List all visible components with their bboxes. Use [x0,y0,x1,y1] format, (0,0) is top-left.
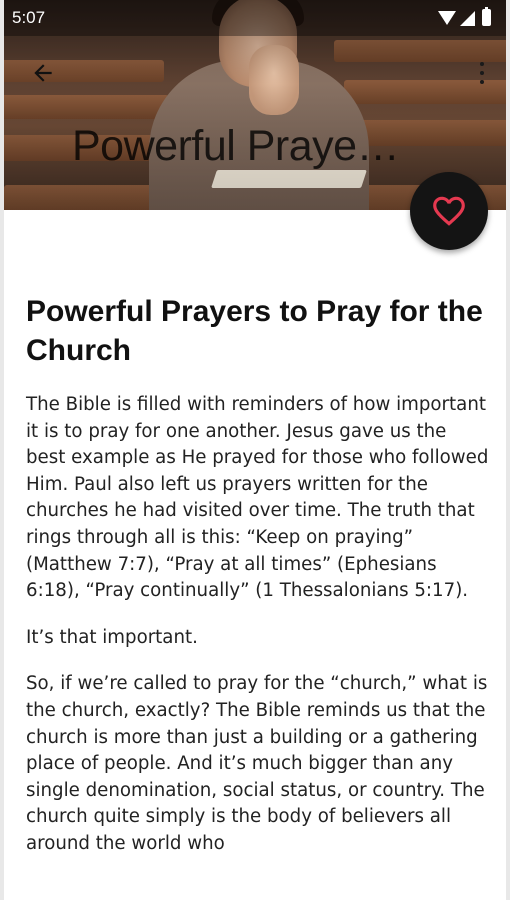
article-paragraph: So, if we’re called to pray for the “chu… [26,673,488,854]
status-icons [438,7,498,27]
more-options-button[interactable] [470,58,494,88]
heart-outline-icon [433,196,465,226]
article-title: Powerful Prayers to Pray for the Church [26,295,483,367]
wifi-icon [438,11,456,25]
more-vert-icon [480,80,484,84]
status-time: 5:07 [12,8,46,27]
article-paragraph: It’s that important. [26,626,198,648]
screen-edge-right [506,0,510,900]
more-vert-icon [480,71,484,75]
status-bar: 5:07 [4,0,506,36]
arrow-left-icon [34,64,52,82]
article-paragraph: The Bible is filled with reminders of ho… [26,394,489,602]
battery-icon [482,7,491,26]
app-screen: 5:07 Powerful Prayers to Pray for the Ch… [4,0,506,900]
favorite-button[interactable] [410,172,488,250]
signal-icon [460,11,475,26]
article-content: Powerful Prayers to Pray for the Church … [26,292,490,878]
more-vert-icon [480,62,484,66]
back-button[interactable] [26,56,60,90]
toolbar-title: Powerful Prayers to Pray for the Church [72,122,412,170]
